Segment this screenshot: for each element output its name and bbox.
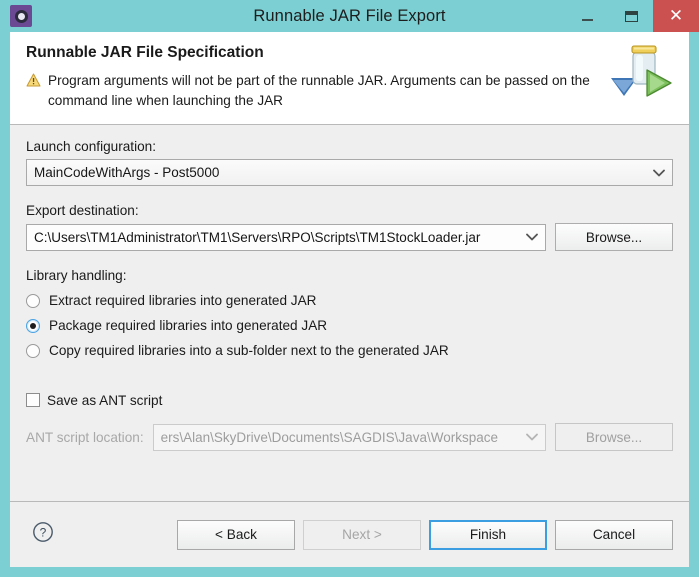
ant-script-group: Save as ANT script ANT script location: … [26, 389, 673, 451]
radio-copy-libraries[interactable]: Copy required libraries into a sub-folde… [26, 338, 673, 363]
library-handling-label: Library handling: [26, 268, 127, 283]
export-destination-browse-button[interactable]: Browse... [555, 223, 673, 251]
back-button[interactable]: < Back [177, 519, 295, 550]
launch-configuration-value: MainCodeWithArgs - Post5000 [34, 165, 220, 180]
dialog-footer: ? < Back Next > Finish Cancel [10, 502, 689, 567]
radio-package-libraries-label: Package required libraries into generate… [49, 318, 328, 333]
warning-triangle-icon [26, 73, 41, 92]
export-destination-group: Export destination: C:\Users\TM1Administ… [26, 203, 673, 251]
ant-script-browse-button: Browse... [555, 423, 673, 451]
svg-text:?: ? [40, 526, 47, 540]
radio-button-icon-selected[interactable] [26, 318, 40, 333]
library-handling-group: Library handling: Extract required libra… [26, 268, 673, 363]
radio-button-icon[interactable] [26, 343, 40, 358]
radio-button-icon[interactable] [26, 293, 40, 308]
cancel-button[interactable]: Cancel [555, 519, 673, 550]
ant-script-location-label: ANT script location: [26, 429, 144, 445]
warning-text: Program arguments will not be part of th… [48, 73, 590, 108]
export-destination-label: Export destination: [26, 203, 139, 218]
gear-icon [10, 5, 32, 27]
radio-package-libraries[interactable]: Package required libraries into generate… [26, 313, 673, 338]
radio-extract-libraries-label: Extract required libraries into generate… [49, 293, 317, 308]
next-button: Next > [303, 519, 421, 550]
dialog-window: Runnable JAR File Export ✕ Runnable JAR … [0, 0, 699, 577]
radio-extract-libraries[interactable]: Extract required libraries into generate… [26, 288, 673, 313]
chevron-down-icon [519, 433, 545, 441]
export-destination-combo[interactable]: C:\Users\TM1Administrator\TM1\Servers\RP… [26, 223, 546, 251]
export-destination-value[interactable]: C:\Users\TM1Administrator\TM1\Servers\RP… [27, 230, 519, 245]
runnable-jar-icon [609, 40, 675, 102]
dialog-client-area: Runnable JAR File Specification Program … [10, 32, 689, 567]
warning-message: Program arguments will not be part of th… [26, 71, 673, 110]
window-controls: ✕ [565, 0, 699, 32]
minimize-icon [581, 19, 593, 21]
save-as-ant-script-row[interactable]: Save as ANT script [26, 389, 673, 411]
ant-script-location-combo: ers\Alan\SkyDrive\Documents\SAGDIS\Java\… [152, 423, 546, 451]
page-title: Runnable JAR File Specification [26, 44, 264, 61]
ant-script-location-value: ers\Alan\SkyDrive\Documents\SAGDIS\Java\… [160, 429, 498, 445]
chevron-down-icon[interactable] [519, 233, 545, 241]
checkbox-icon[interactable] [26, 393, 40, 407]
close-icon: ✕ [668, 6, 684, 25]
title-bar: Runnable JAR File Export ✕ [0, 0, 699, 32]
maximize-button[interactable] [609, 0, 653, 32]
close-button[interactable]: ✕ [653, 0, 699, 32]
chevron-down-icon[interactable] [646, 169, 672, 177]
launch-configuration-combo[interactable]: MainCodeWithArgs - Post5000 [26, 159, 673, 186]
minimize-button[interactable] [565, 0, 609, 32]
maximize-icon [624, 10, 638, 22]
wizard-header: Runnable JAR File Specification Program … [10, 32, 689, 124]
wizard-buttons: < Back Next > Finish Cancel [177, 519, 673, 550]
help-circle-icon[interactable]: ? [32, 521, 54, 548]
launch-configuration-group: Launch configuration: MainCodeWithArgs -… [26, 139, 673, 186]
launch-configuration-label: Launch configuration: [26, 139, 156, 154]
finish-button[interactable]: Finish [429, 519, 547, 550]
save-as-ant-script-label: Save as ANT script [47, 392, 163, 408]
wizard-panel: Launch configuration: MainCodeWithArgs -… [10, 125, 689, 501]
radio-copy-libraries-label: Copy required libraries into a sub-folde… [49, 343, 449, 358]
